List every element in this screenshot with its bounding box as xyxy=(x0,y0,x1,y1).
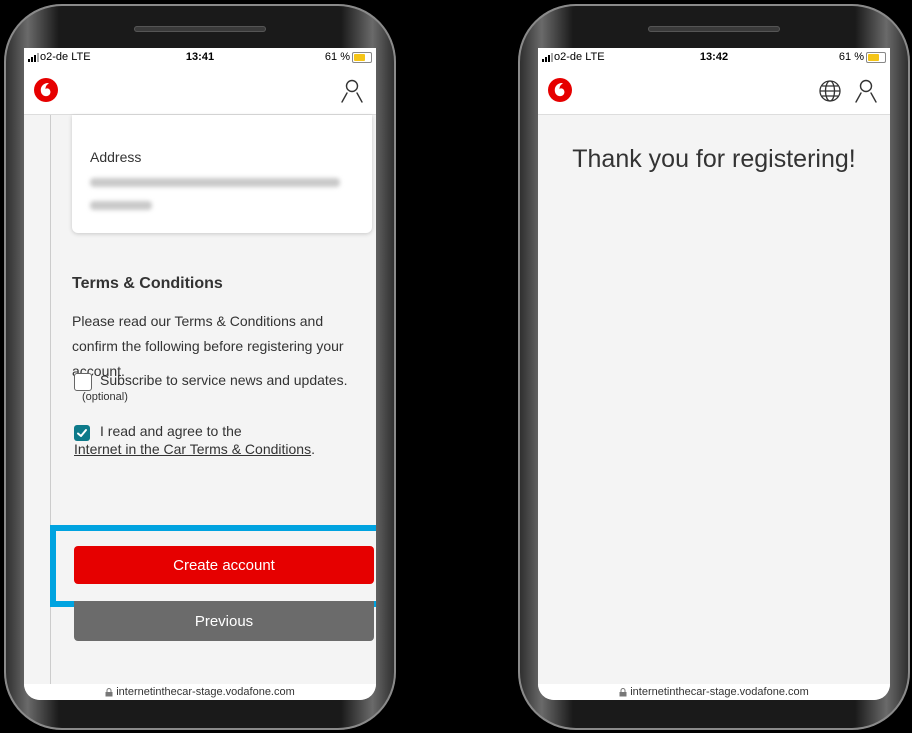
address-label: Address xyxy=(90,149,142,165)
battery-percent: 61 % xyxy=(324,51,350,63)
battery-icon xyxy=(866,51,886,63)
previous-button[interactable]: Previous xyxy=(74,601,374,641)
agree-checkbox[interactable] xyxy=(74,425,90,441)
user-icon[interactable] xyxy=(338,77,366,105)
carrier-label: o2-de LTE xyxy=(40,51,91,63)
battery-percent: 61 % xyxy=(838,51,864,63)
battery-icon xyxy=(352,51,372,63)
screen-left: o2-de LTE 13:41 61 % Address Terms & Con… xyxy=(24,48,376,700)
url-text: internetinthecar-stage.vodafone.com xyxy=(116,686,295,698)
battery-status: 61 % xyxy=(839,51,886,63)
url-bar[interactable]: internetinthecar-stage.vodafone.com xyxy=(24,684,376,700)
address-redacted-line-2 xyxy=(90,201,152,210)
speaker-grille xyxy=(134,26,266,32)
subscribe-checkbox[interactable] xyxy=(74,373,92,391)
check-icon xyxy=(77,429,87,437)
phone-frame-left: o2-de LTE 13:41 61 % Address Terms & Con… xyxy=(4,4,396,730)
app-header xyxy=(538,68,890,115)
vodafone-logo[interactable] xyxy=(548,78,572,102)
agree-suffix: . xyxy=(311,441,315,457)
address-card: Address xyxy=(72,115,372,233)
battery-status: 61 % xyxy=(325,51,372,63)
signal-icon xyxy=(28,53,39,62)
clock: 13:41 xyxy=(185,51,215,63)
lock-icon xyxy=(105,687,113,696)
screen-right: o2-de LTE 13:42 61 % Thank you for regis… xyxy=(538,48,890,700)
clock: 13:42 xyxy=(699,51,729,63)
terms-link[interactable]: Internet in the Car Terms & Conditions xyxy=(74,441,311,457)
subscribe-optional: (optional) xyxy=(82,391,128,403)
carrier-label: o2-de LTE xyxy=(554,51,605,63)
signal-icon xyxy=(542,53,553,62)
speaker-grille xyxy=(648,26,780,32)
user-icon[interactable] xyxy=(852,77,880,105)
status-bar: o2-de LTE 13:42 61 % xyxy=(538,48,890,68)
lock-icon xyxy=(619,687,627,696)
phone-frame-right: o2-de LTE 13:42 61 % Thank you for regis… xyxy=(518,4,910,730)
globe-icon[interactable] xyxy=(816,77,844,105)
address-redacted-line-1 xyxy=(90,178,340,187)
url-text: internetinthecar-stage.vodafone.com xyxy=(630,686,809,698)
terms-heading: Terms & Conditions xyxy=(72,275,223,292)
registration-form: Address Terms & Conditions Please read o… xyxy=(24,115,376,684)
agree-link-line: Internet in the Car Terms & Conditions. xyxy=(74,441,315,457)
status-bar: o2-de LTE 13:41 61 % xyxy=(24,48,376,68)
vodafone-logo[interactable] xyxy=(34,78,58,102)
confirmation-page: Thank you for registering! xyxy=(538,115,890,684)
url-bar[interactable]: internetinthecar-stage.vodafone.com xyxy=(538,684,890,700)
confirmation-message: Thank you for registering! xyxy=(572,145,856,173)
agree-label: I read and agree to the xyxy=(100,423,242,439)
app-header xyxy=(24,68,376,115)
subscribe-label: Subscribe to service news and updates. xyxy=(100,372,348,388)
create-account-button[interactable]: Create account xyxy=(74,546,374,584)
